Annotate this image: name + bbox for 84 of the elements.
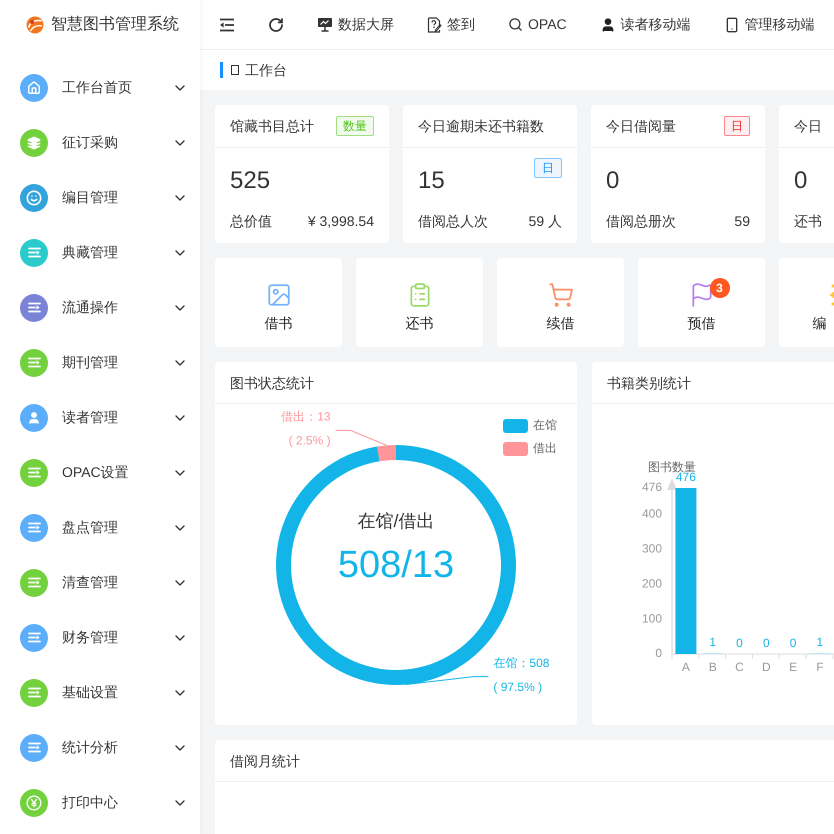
- sidebar-menu-item[interactable]: 清查管理: [0, 555, 200, 610]
- slice-percent: ( 97.5% ): [493, 680, 542, 694]
- axis-tick-label: F: [816, 660, 824, 674]
- axis-tick-label: 300: [642, 542, 662, 556]
- sidebar-menu-item[interactable]: 读者管理: [0, 390, 200, 445]
- sidebar-menu-item[interactable]: 期刊管理: [0, 335, 200, 390]
- card-title: 馆藏书目总计: [230, 117, 314, 136]
- breadcrumb-tab[interactable]: 工作台: [245, 60, 287, 80]
- axis-tick-label: A: [682, 660, 690, 674]
- stat-label: 总价值: [230, 212, 272, 231]
- search-icon: [508, 17, 523, 32]
- stat-value: 0: [794, 166, 808, 196]
- axis-tick-label: 0: [655, 646, 662, 660]
- sidebar-menu-item[interactable]: 编目管理: [0, 170, 200, 225]
- toolbar-button[interactable]: OPAC: [508, 10, 567, 40]
- tag: 数量: [336, 116, 374, 136]
- axis-tick-label: 100: [642, 611, 662, 626]
- sidebar-menu-item[interactable]: 财务管理: [0, 610, 200, 665]
- bar-value-label: 1: [816, 635, 824, 650]
- axis-tick-label: 476: [642, 480, 662, 494]
- logo-icon: [26, 16, 44, 34]
- stat-label: 借阅总人次: [418, 212, 488, 231]
- sidebar-menu-item[interactable]: 工作台首页: [0, 60, 200, 115]
- quick-action-card[interactable]: 续借: [497, 258, 624, 347]
- sidebar-menu-item[interactable]: 基础设置: [0, 665, 200, 720]
- bar-value-label: 0: [736, 636, 743, 650]
- quick-action-card[interactable]: 借书: [215, 258, 342, 347]
- legend-label: 借出: [533, 441, 557, 456]
- smartphone-icon: [724, 16, 740, 32]
- sidebar-menu-item[interactable]: 征订采购: [0, 115, 200, 170]
- axis-tick-label: 400: [642, 506, 662, 521]
- active-indicator: [220, 62, 223, 78]
- stat-value: 525: [230, 166, 270, 196]
- toolbar-button[interactable]: 数据大屏: [317, 10, 394, 40]
- slice-percent: ( 2.5% ): [288, 434, 331, 448]
- donut-center-label: 在馆/借出: [358, 510, 434, 531]
- indent-icon: [219, 18, 235, 32]
- refresh-icon: [268, 16, 284, 32]
- stat-amount: ¥ 3,998.54: [308, 212, 374, 231]
- stat-label: 借阅总册次: [606, 212, 676, 231]
- count-badge: 3: [710, 278, 730, 298]
- document-icon: [427, 16, 442, 32]
- sidebar-menu-item[interactable]: 流通操作: [0, 280, 200, 335]
- monitor-icon: [317, 17, 333, 32]
- app-title: 智慧图书管理系统: [51, 14, 179, 35]
- bar-value-label: 0: [762, 636, 770, 650]
- panel-title: 借阅月统计: [230, 752, 300, 770]
- stat-value: 15: [418, 166, 445, 196]
- slice-label: 借出：13: [281, 410, 331, 424]
- donut-center-value: 508/13: [338, 544, 454, 586]
- stat-label: 还书: [794, 212, 822, 231]
- quick-action-card[interactable]: 编: [779, 258, 834, 347]
- toolbar-button[interactable]: 管理移动端: [724, 10, 815, 40]
- stat-amount: 59 人: [528, 212, 562, 231]
- bar-value-label: 0: [790, 636, 796, 650]
- sidebar-menu-item[interactable]: 典藏管理: [0, 225, 200, 280]
- sidebar-menu-item[interactable]: 盘点管理: [0, 500, 200, 555]
- axis-tick-label: 200: [642, 576, 662, 590]
- stat-value: 0: [606, 166, 620, 196]
- sidebar-menu-item[interactable]: 统计分析: [0, 720, 200, 775]
- leader-line: [335, 430, 388, 446]
- slice-label: 在馆：508: [493, 656, 550, 670]
- bar-value-label: 1: [709, 635, 716, 650]
- axis-tick-label: D: [762, 660, 771, 674]
- sidebar-menu-item[interactable]: OPAC设置: [0, 445, 200, 500]
- tag: 日: [724, 116, 750, 136]
- user-icon: [600, 16, 616, 32]
- square-icon: [231, 65, 239, 75]
- axis-tick-label: B: [708, 660, 717, 674]
- panel-title: 图书状态统计: [230, 374, 314, 392]
- stat-amount: 59: [734, 212, 750, 231]
- legend-label: 在馆: [533, 418, 557, 432]
- quick-action-card[interactable]: 还书: [356, 258, 483, 347]
- panel-title: 书籍类别统计: [607, 374, 691, 392]
- card-title: 今日: [794, 117, 822, 136]
- axis-tick-label: C: [735, 660, 744, 674]
- tag: 日: [534, 158, 562, 178]
- toolbar-button[interactable]: 读者移动端: [600, 10, 691, 40]
- toolbar-button[interactable]: 签到: [427, 10, 475, 40]
- card-title: 今日借阅量: [606, 117, 676, 136]
- quick-action-card[interactable]: 3 预借: [638, 258, 765, 347]
- axis-tick-label: E: [789, 660, 798, 674]
- card-title: 今日逾期未还书籍数: [418, 117, 544, 136]
- sidebar-menu-item[interactable]: 打印中心: [0, 775, 200, 830]
